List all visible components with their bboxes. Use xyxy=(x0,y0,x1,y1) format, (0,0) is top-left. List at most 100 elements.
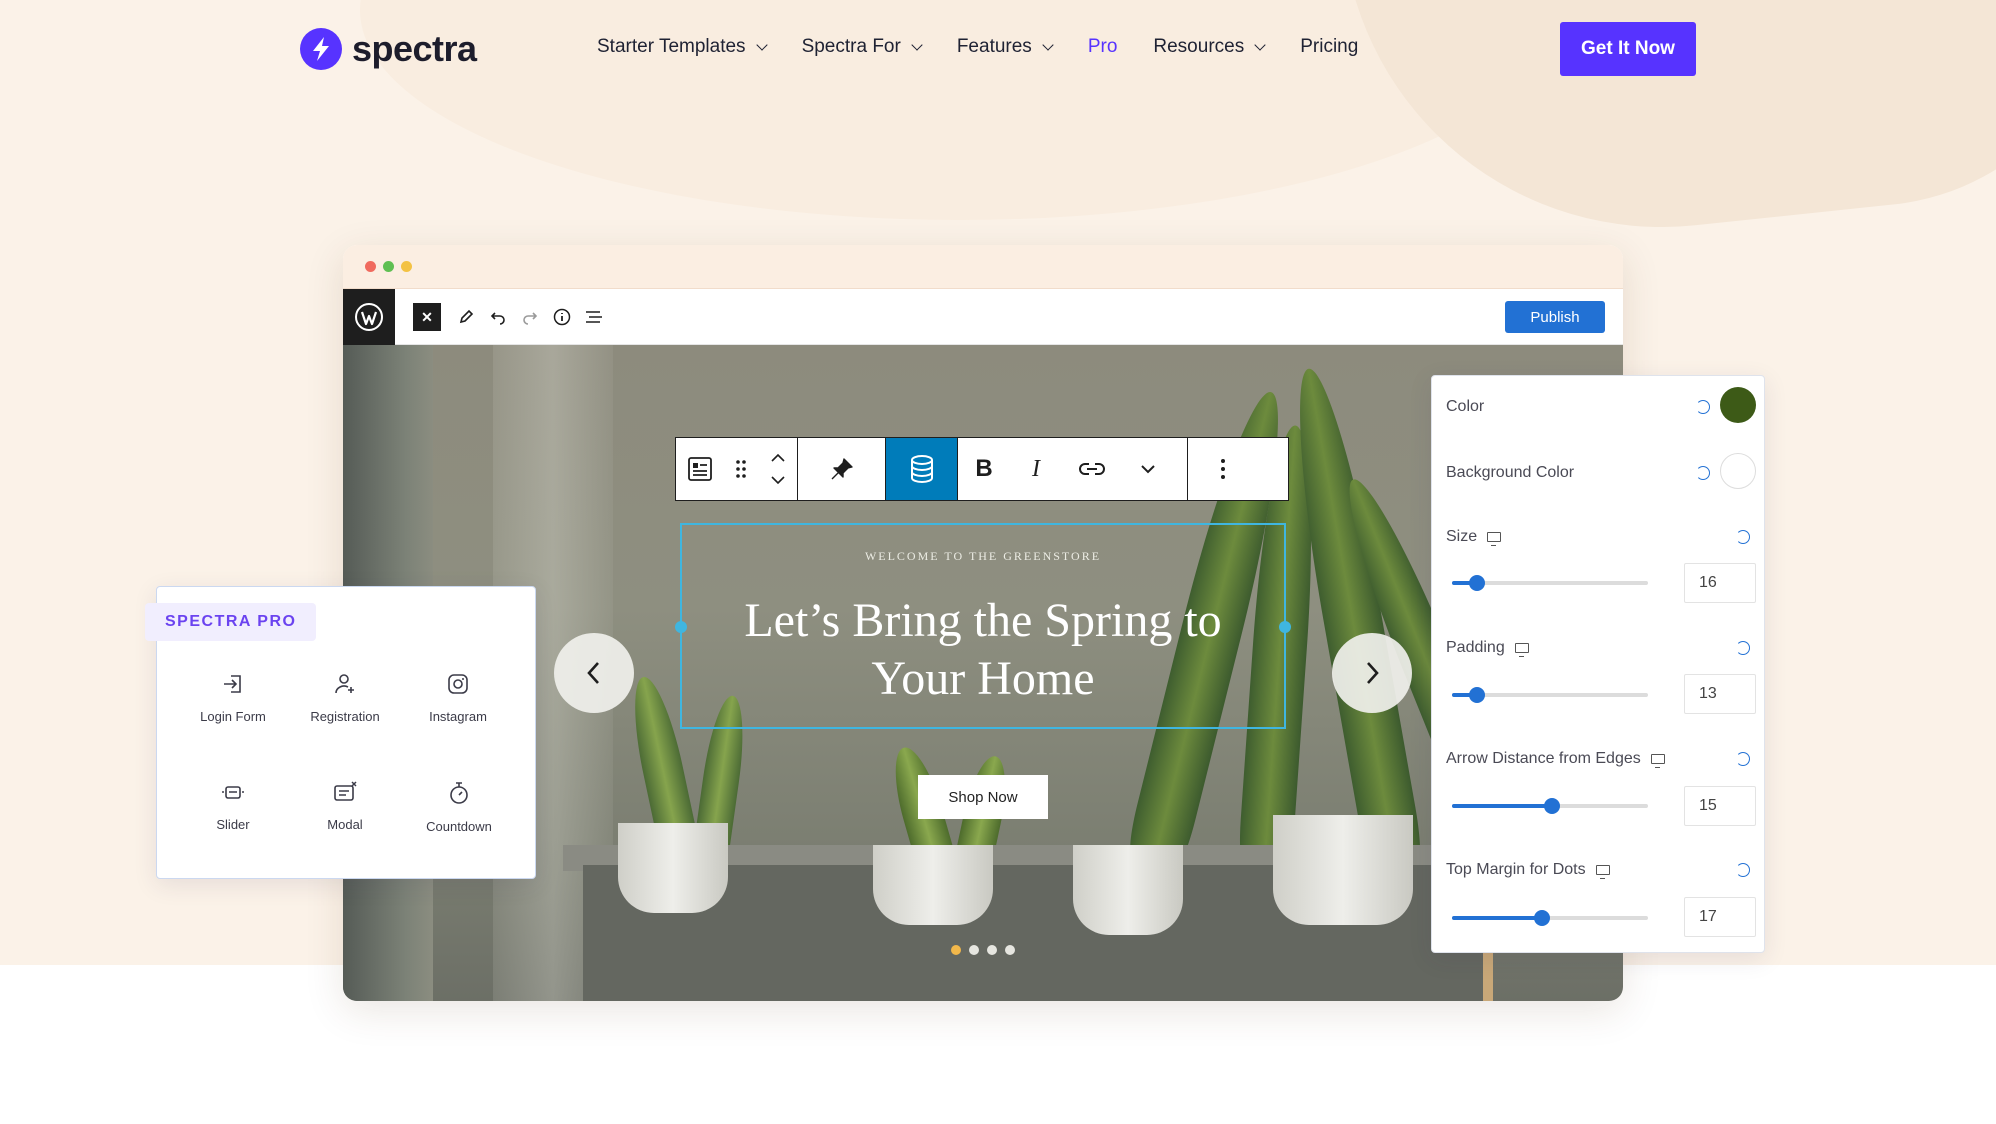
browser-titlebar xyxy=(343,245,1623,289)
desktop-icon xyxy=(1514,643,1529,657)
italic-icon[interactable]: I xyxy=(1010,438,1062,500)
chevron-right-icon xyxy=(1367,662,1379,684)
chevron-left-icon xyxy=(587,662,599,684)
slide-eyebrow: WELCOME TO THE GREENSTORE xyxy=(864,549,1102,563)
get-it-now-button[interactable]: Get It Now xyxy=(1560,22,1696,76)
database-icon[interactable] xyxy=(886,438,957,500)
pro-item-instagram[interactable]: Instagram xyxy=(398,673,518,724)
close-icon[interactable]: ✕ xyxy=(413,303,441,331)
pro-item-login-form[interactable]: Login Form xyxy=(173,673,293,724)
chevron-down-icon xyxy=(911,38,923,51)
reset-icon[interactable] xyxy=(1736,530,1750,544)
reset-icon[interactable] xyxy=(1696,400,1710,414)
reset-icon[interactable] xyxy=(1736,641,1750,655)
window-close-dot xyxy=(365,261,376,272)
shop-now-button[interactable]: Shop Now xyxy=(918,775,1048,819)
nav-features[interactable]: Features xyxy=(956,36,1054,58)
nav-resources[interactable]: Resources xyxy=(1153,36,1266,58)
site-header: spectra Starter Templates Spectra For Fe… xyxy=(0,0,1996,100)
pro-item-registration[interactable]: Registration xyxy=(285,673,405,724)
resize-handle-right[interactable] xyxy=(1279,621,1291,633)
brand-logo[interactable]: spectra xyxy=(300,28,477,70)
padding-slider[interactable] xyxy=(1452,687,1648,703)
slide-dot[interactable] xyxy=(987,945,997,955)
slider-knob[interactable] xyxy=(1469,575,1486,591)
size-input[interactable]: 16 xyxy=(1684,563,1756,603)
slide-dots xyxy=(951,945,1015,955)
window-minimize-dot xyxy=(401,261,412,272)
background-color-label: Background Color xyxy=(1446,464,1574,482)
pro-item-slider[interactable]: Slider xyxy=(173,783,293,832)
drag-handle-icon[interactable] xyxy=(724,438,760,500)
move-up-down-icon[interactable] xyxy=(759,438,797,500)
bold-icon[interactable]: B xyxy=(958,438,1010,500)
nav-pricing[interactable]: Pricing xyxy=(1300,36,1358,58)
nav-label: Resources xyxy=(1153,36,1245,57)
slider-knob[interactable] xyxy=(1543,798,1560,814)
link-icon[interactable] xyxy=(1062,438,1122,500)
slider-fill xyxy=(1452,804,1552,808)
slider-fill xyxy=(1452,916,1543,920)
slide-headline[interactable]: Let’s Bring the Spring to Your Home xyxy=(703,592,1263,708)
block-icon[interactable] xyxy=(676,438,724,500)
slide-dot[interactable] xyxy=(1005,945,1015,955)
redo-icon[interactable] xyxy=(517,304,543,330)
nav-label: Features xyxy=(956,36,1032,57)
padding-label: Padding xyxy=(1446,639,1529,657)
pencil-icon[interactable] xyxy=(453,304,479,330)
block-settings-panel: Color Background Color Size 16 Padding 1… xyxy=(1431,375,1765,953)
plant-pot xyxy=(618,823,728,913)
reset-icon[interactable] xyxy=(1736,752,1750,766)
next-slide-button[interactable] xyxy=(1332,633,1412,713)
pro-item-modal[interactable]: Modal xyxy=(285,781,405,832)
nav-label: Pro xyxy=(1087,36,1118,57)
background-color-swatch[interactable] xyxy=(1720,453,1756,489)
login-icon xyxy=(224,675,241,693)
desktop-icon xyxy=(1595,865,1610,879)
setting-label-text: Color xyxy=(1446,398,1485,415)
setting-label-text: Arrow Distance from Edges xyxy=(1446,750,1641,767)
plant-pot xyxy=(873,845,993,925)
nav-spectra-for[interactable]: Spectra For xyxy=(802,36,923,58)
top-margin-dots-slider[interactable] xyxy=(1452,910,1648,926)
editor-topbar: ✕ Publish xyxy=(343,289,1623,345)
arrow-distance-slider[interactable] xyxy=(1452,798,1648,814)
nav-pro[interactable]: Pro xyxy=(1088,36,1118,58)
kebab-menu-icon[interactable] xyxy=(1188,438,1258,500)
resize-handle-left[interactable] xyxy=(675,621,687,633)
slider-knob[interactable] xyxy=(1534,910,1551,926)
slider-knob[interactable] xyxy=(1469,687,1486,703)
color-swatch[interactable] xyxy=(1720,387,1756,423)
publish-button[interactable]: Publish xyxy=(1505,301,1605,333)
pin-icon[interactable] xyxy=(798,438,885,500)
spectra-pro-badge: SPECTRA PRO xyxy=(145,603,317,641)
toolbar-group-dynamic xyxy=(886,438,958,500)
slide-dot[interactable] xyxy=(969,945,979,955)
undo-icon[interactable] xyxy=(485,304,511,330)
pro-item-label: Modal xyxy=(327,817,363,832)
reset-icon[interactable] xyxy=(1696,466,1710,480)
list-view-icon[interactable] xyxy=(581,304,607,330)
setting-label-text: Padding xyxy=(1446,639,1505,656)
top-margin-dots-input[interactable]: 17 xyxy=(1684,897,1756,937)
size-slider[interactable] xyxy=(1452,575,1648,591)
main-nav: Starter Templates Spectra For Features P… xyxy=(597,36,1358,58)
arrow-distance-input[interactable]: 15 xyxy=(1684,786,1756,826)
pro-item-countdown[interactable]: Countdown xyxy=(399,781,519,834)
pro-item-label: Registration xyxy=(310,709,380,724)
more-options-chevron-icon[interactable] xyxy=(1122,438,1174,500)
block-toolbar: B I xyxy=(675,437,1289,501)
modal-icon xyxy=(334,781,357,801)
user-add-icon xyxy=(335,674,354,694)
toolbar-group-more xyxy=(1188,438,1258,500)
info-icon[interactable] xyxy=(549,304,575,330)
reset-icon[interactable] xyxy=(1736,863,1750,877)
slide-dot[interactable] xyxy=(951,945,961,955)
wordpress-logo-icon[interactable] xyxy=(343,289,395,345)
padding-input[interactable]: 13 xyxy=(1684,674,1756,714)
prev-slide-button[interactable] xyxy=(554,633,634,713)
nav-starter-templates[interactable]: Starter Templates xyxy=(597,36,768,58)
selected-heading-block[interactable]: WELCOME TO THE GREENSTORE Let’s Bring th… xyxy=(675,523,1291,729)
spectra-bolt-icon xyxy=(300,28,342,70)
pro-item-label: Instagram xyxy=(429,709,487,724)
